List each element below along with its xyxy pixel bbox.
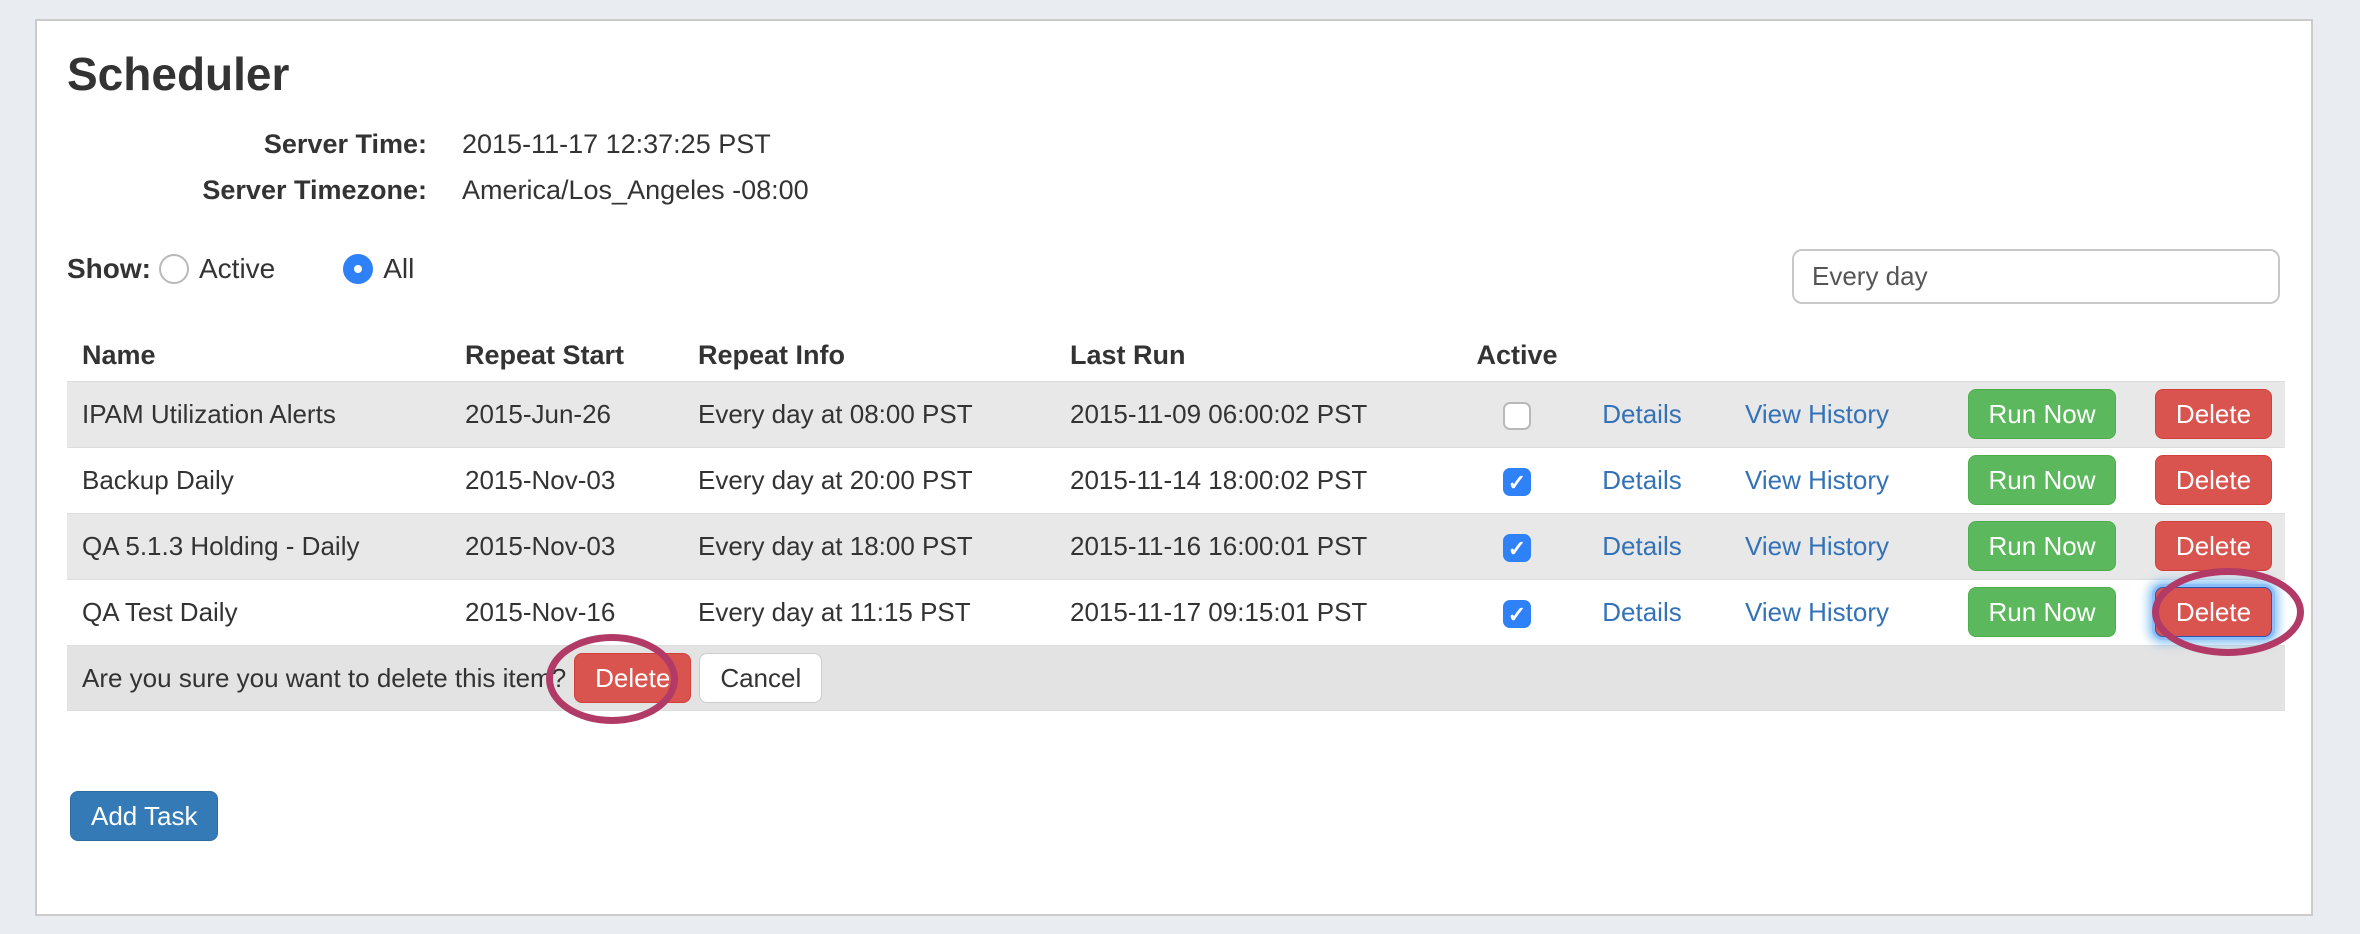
repeat-start: 2015-Jun-26 <box>457 381 690 447</box>
delete-button[interactable]: Delete <box>2155 389 2272 439</box>
delete-confirmation-message: Are you sure you want to delete this ite… <box>82 663 566 693</box>
view-history-link[interactable]: View History <box>1745 465 1889 495</box>
server-time-label: Server Time: <box>67 124 427 164</box>
task-name: QA 5.1.3 Holding - Daily <box>67 513 457 579</box>
run-now-button[interactable]: Run Now <box>1968 455 2117 505</box>
confirm-cancel-button[interactable]: Cancel <box>699 653 822 703</box>
table-row: QA 5.1.3 Holding - Daily 2015-Nov-03 Eve… <box>67 513 2285 579</box>
scheduler-table: Name Repeat Start Repeat Info Last Run A… <box>67 331 2285 711</box>
task-name: Backup Daily <box>67 447 457 513</box>
active-checkbox[interactable] <box>1503 534 1531 562</box>
radio-active-label[interactable]: Active <box>199 253 275 285</box>
col-header-name: Name <box>67 331 457 381</box>
radio-all-label[interactable]: All <box>383 253 414 285</box>
repeat-info: Every day at 08:00 PST <box>690 381 1062 447</box>
repeat-start: 2015-Nov-16 <box>457 579 690 645</box>
confirm-delete-button[interactable]: Delete <box>574 653 691 703</box>
server-timezone-label: Server Timezone: <box>67 170 427 210</box>
add-task-button[interactable]: Add Task <box>70 791 218 841</box>
details-link[interactable]: Details <box>1602 465 1681 495</box>
table-row: IPAM Utilization Alerts 2015-Jun-26 Ever… <box>67 381 2285 447</box>
repeat-info: Every day at 11:15 PST <box>690 579 1062 645</box>
last-run: 2015-11-09 06:00:02 PST <box>1062 381 1442 447</box>
table-row: QA Test Daily 2015-Nov-16 Every day at 1… <box>67 579 2285 645</box>
table-row: Backup Daily 2015-Nov-03 Every day at 20… <box>67 447 2285 513</box>
details-link[interactable]: Details <box>1602 597 1681 627</box>
run-now-button[interactable]: Run Now <box>1968 389 2117 439</box>
run-now-button[interactable]: Run Now <box>1968 521 2117 571</box>
last-run: 2015-11-17 09:15:01 PST <box>1062 579 1442 645</box>
view-history-link[interactable]: View History <box>1745 399 1889 429</box>
filter-input[interactable] <box>1792 249 2280 304</box>
active-checkbox[interactable] <box>1503 402 1531 430</box>
details-link[interactable]: Details <box>1602 531 1681 561</box>
show-filter: Show: Active All <box>67 246 414 292</box>
repeat-start: 2015-Nov-03 <box>457 513 690 579</box>
run-now-button[interactable]: Run Now <box>1968 587 2117 637</box>
repeat-start: 2015-Nov-03 <box>457 447 690 513</box>
delete-button[interactable]: Delete <box>2155 587 2272 637</box>
server-time-value: 2015-11-17 12:37:25 PST <box>462 124 809 164</box>
active-checkbox[interactable] <box>1503 600 1531 628</box>
active-checkbox[interactable] <box>1503 468 1531 496</box>
details-link[interactable]: Details <box>1602 399 1681 429</box>
show-filter-label: Show: <box>67 253 151 285</box>
task-name: QA Test Daily <box>67 579 457 645</box>
table-header-row: Name Repeat Start Repeat Info Last Run A… <box>67 331 2285 381</box>
col-header-repeat-start: Repeat Start <box>457 331 690 381</box>
delete-confirmation-row: Are you sure you want to delete this ite… <box>67 645 2285 710</box>
repeat-info: Every day at 18:00 PST <box>690 513 1062 579</box>
repeat-info: Every day at 20:00 PST <box>690 447 1062 513</box>
view-history-link[interactable]: View History <box>1745 531 1889 561</box>
delete-button[interactable]: Delete <box>2155 521 2272 571</box>
view-history-link[interactable]: View History <box>1745 597 1889 627</box>
delete-button[interactable]: Delete <box>2155 455 2272 505</box>
server-timezone-value: America/Los_Angeles -08:00 <box>462 170 809 210</box>
col-header-repeat-info: Repeat Info <box>690 331 1062 381</box>
page-title: Scheduler <box>67 47 289 101</box>
last-run: 2015-11-16 16:00:01 PST <box>1062 513 1442 579</box>
scheduler-panel: Scheduler Server Time: 2015-11-17 12:37:… <box>35 19 2313 916</box>
radio-active[interactable] <box>159 254 189 284</box>
col-header-last-run: Last Run <box>1062 331 1442 381</box>
last-run: 2015-11-14 18:00:02 PST <box>1062 447 1442 513</box>
task-name: IPAM Utilization Alerts <box>67 381 457 447</box>
radio-all[interactable] <box>343 254 373 284</box>
server-info: Server Time: 2015-11-17 12:37:25 PST Ser… <box>67 124 809 210</box>
col-header-active: Active <box>1442 331 1592 381</box>
